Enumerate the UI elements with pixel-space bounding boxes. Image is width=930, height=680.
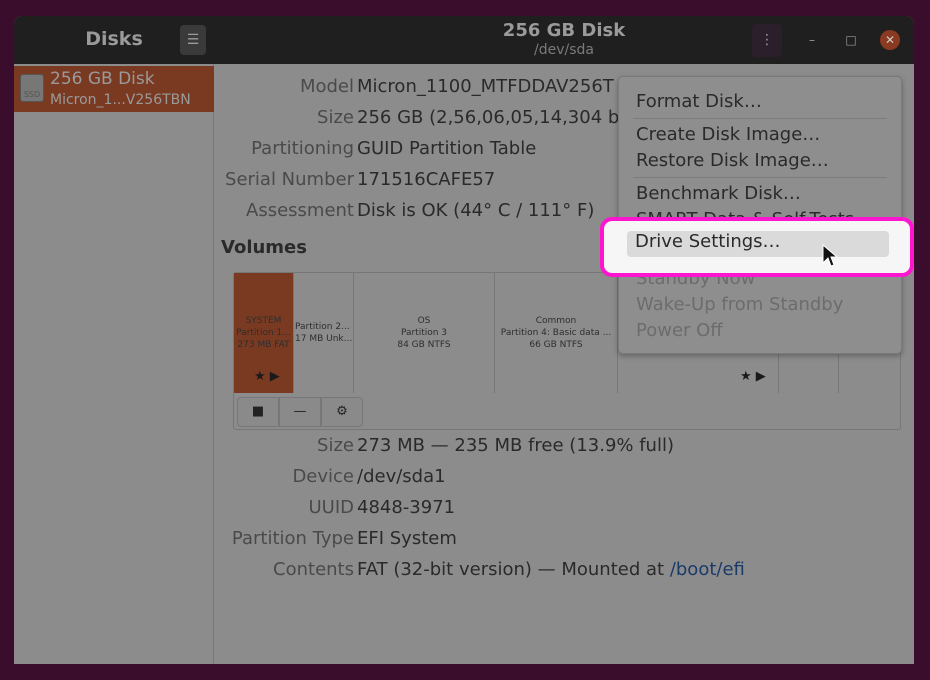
header-bar: Disks ☰ 256 GB Disk /dev/sda ⋮ – □ ✕: [14, 16, 914, 64]
assessment-label: Assessment: [246, 200, 354, 221]
sidebar: SSD 256 GB Disk Micron_1...V256TBN: [14, 64, 214, 664]
sidebar-item-disk[interactable]: SSD 256 GB Disk Micron_1...V256TBN: [14, 66, 214, 112]
menu-wakeup: Wake-Up from Standby: [636, 294, 844, 315]
assessment-value: Disk is OK (44° C / 111° F): [357, 200, 595, 221]
partition-label: Common: [535, 316, 577, 326]
contents-text: FAT (32-bit version) — Mounted at: [357, 559, 670, 580]
minimize-icon[interactable]: –: [802, 30, 822, 50]
device-value: /dev/sda1: [357, 466, 446, 487]
menu-restore-image[interactable]: Restore Disk Image…: [636, 150, 829, 171]
partition-size: 273 MB FAT: [237, 340, 290, 350]
volumes-heading: Volumes: [221, 237, 307, 258]
type-label: Partition Type: [231, 528, 354, 549]
disk-model: Micron_1...V256TBN: [50, 92, 191, 108]
part-size-label: Size: [317, 435, 354, 456]
partition-size: 17 MB Unk...: [295, 334, 353, 344]
partitioning-value: GUID Partition Table: [357, 138, 537, 159]
menu-benchmark[interactable]: Benchmark Disk…: [636, 183, 801, 204]
partition-name: Partition 3: [400, 328, 448, 338]
model-label: Model: [299, 76, 354, 97]
partition-label: OS: [417, 316, 431, 326]
device-label: Device: [292, 466, 354, 487]
uuid-label: UUID: [308, 497, 354, 518]
mouse-cursor-icon: [822, 244, 838, 267]
partition-name: Partition 2...: [295, 322, 350, 332]
partition-1[interactable]: SYSTEM Partition 1... 273 MB FAT ★ ▶: [234, 273, 294, 393]
drive-settings-label: Drive Settings…: [635, 231, 781, 252]
partition-4[interactable]: Common Partition 4: Basic data ... 66 GB…: [495, 273, 618, 393]
serial-value: 171516CAFE57: [357, 169, 496, 190]
close-icon[interactable]: ✕: [880, 30, 900, 50]
kebab-menu-icon[interactable]: ⋮: [752, 24, 782, 57]
delete-partition-button[interactable]: —: [279, 397, 321, 427]
type-value: EFI System: [357, 528, 457, 549]
partition-name: Partition 4: Basic data ...: [500, 328, 612, 338]
part-size-value: 273 MB — 235 MB free (13.9% full): [357, 435, 674, 456]
menu-format-disk[interactable]: Format Disk…: [636, 91, 762, 112]
partition-3[interactable]: OS Partition 3 84 GB NTFS: [354, 273, 495, 393]
mount-link[interactable]: /boot/efi: [670, 559, 745, 580]
partition-name: Partition 1...: [236, 328, 291, 338]
gears-icon[interactable]: ⚙: [321, 397, 363, 427]
partition-label: SYSTEM: [245, 316, 282, 326]
disk-name: 256 GB Disk: [50, 69, 155, 89]
star-play-icon: ★ ▶: [740, 369, 766, 384]
model-value: Micron_1100_MTFDDAV256T: [357, 76, 614, 97]
size-label: Size: [317, 107, 354, 128]
stop-button[interactable]: ■: [237, 397, 279, 427]
menu-drive-settings[interactable]: Drive Settings…: [627, 231, 889, 257]
menu-separator: [633, 177, 887, 178]
menu-create-image[interactable]: Create Disk Image…: [636, 124, 820, 145]
partition-2[interactable]: Partition 2... 17 MB Unk...: [294, 273, 354, 393]
partitioning-label: Partitioning: [251, 138, 354, 159]
partition-size: 66 GB NTFS: [529, 340, 583, 350]
menu-separator: [633, 118, 887, 119]
menu-power-off: Power Off: [636, 320, 723, 341]
partition-size: 84 GB NTFS: [397, 340, 451, 350]
star-play-icon: ★ ▶: [254, 369, 280, 384]
contents-label: Contents: [273, 559, 354, 580]
disk-menu: Format Disk… Create Disk Image… Restore …: [618, 76, 902, 354]
ssd-icon: SSD: [20, 74, 44, 102]
serial-label: Serial Number: [225, 169, 354, 190]
contents-value: FAT (32-bit version) — Mounted at /boot/…: [357, 559, 745, 580]
size-value: 256 GB (2,56,06,05,14,304 by: [357, 107, 630, 128]
uuid-value: 4848-3971: [357, 497, 456, 518]
maximize-icon[interactable]: □: [841, 30, 861, 50]
hamburger-icon[interactable]: ☰: [180, 25, 206, 55]
